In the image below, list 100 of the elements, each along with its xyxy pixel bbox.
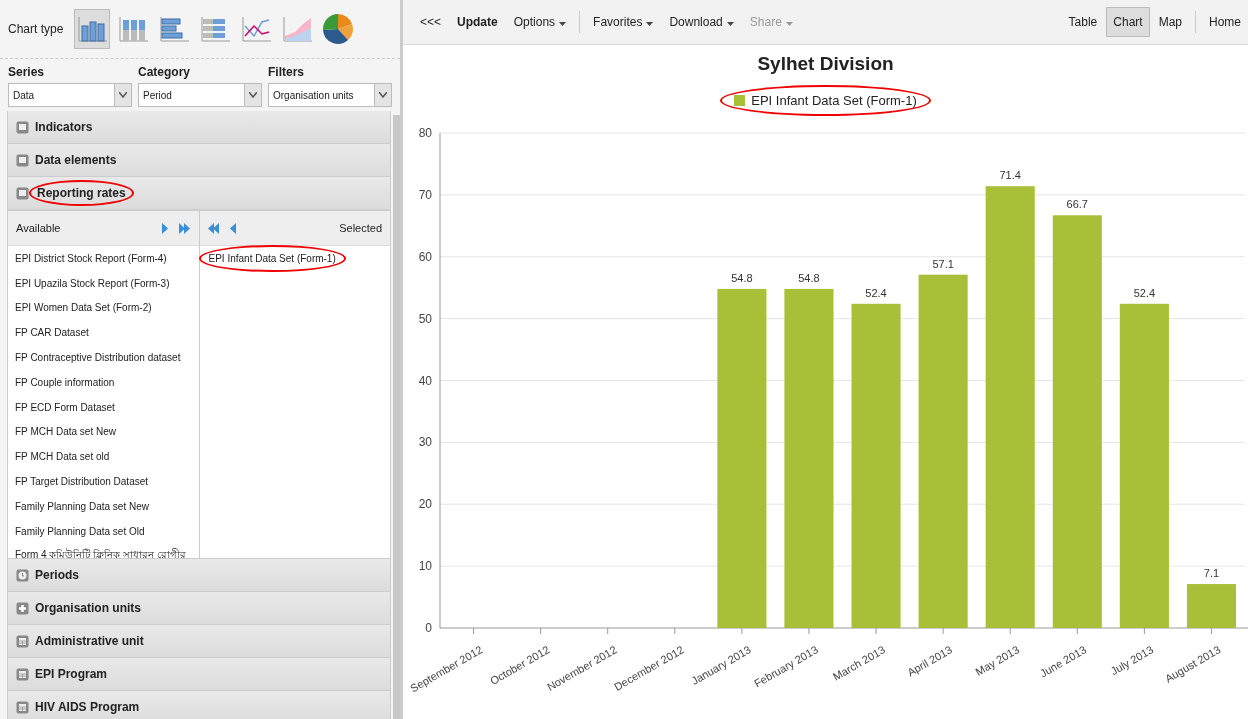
data-label: 71.4 [999, 169, 1021, 182]
x-tick-label: June 2013 [1037, 643, 1089, 680]
column-chart-icon [76, 14, 109, 44]
y-tick-label: 70 [418, 187, 432, 202]
x-tick-mark [1210, 627, 1212, 635]
chart-title: Sylhet Division [756, 53, 895, 75]
caret-icon [559, 22, 567, 26]
accordion-header[interactable]: Administrative unit [7, 625, 391, 658]
list-item[interactable]: EPI Women Data Set (Form-2) [8, 295, 199, 321]
view-tab[interactable]: Map [1151, 7, 1189, 37]
y-tick-label: 80 [418, 128, 432, 140]
x-tick-mark [1009, 627, 1011, 635]
list-item[interactable]: Family Planning Data set Old [8, 518, 199, 544]
line-chart-icon [240, 14, 273, 44]
bar-chart-icon [158, 14, 191, 44]
list-item[interactable]: FP CAR Dataset [8, 320, 199, 346]
dropdown[interactable]: Period [138, 83, 262, 107]
stacked-column-chart-icon [117, 14, 150, 44]
x-tick-label: July 2013 [1108, 643, 1156, 678]
caret-icon [726, 22, 734, 26]
pie-chart-icon [321, 12, 356, 46]
y-tick-label: 0 [425, 621, 432, 635]
toolbar-button[interactable]: <<< [413, 7, 449, 37]
caret-icon [646, 22, 654, 26]
dropdown[interactable]: Data [8, 83, 132, 107]
list-item[interactable]: FP MCH Data set old [8, 444, 199, 470]
y-tick-label: 50 [418, 311, 432, 326]
view-tab[interactable]: Chart [1106, 7, 1150, 37]
data-label: 57.1 [932, 257, 954, 270]
list-icon [16, 120, 29, 134]
table-icon [16, 700, 29, 714]
accordion-header[interactable]: Data elements [7, 144, 391, 177]
pane-title: Available [16, 222, 62, 234]
area-chart-icon [281, 14, 314, 44]
list-item[interactable]: EPI District Stock Report (Form-4) [8, 246, 199, 271]
toolbar-button[interactable]: Update [450, 7, 505, 37]
x-tick-mark [674, 627, 676, 635]
data-label: 54.8 [731, 271, 753, 284]
caret-icon [785, 22, 793, 26]
y-tick-label: 40 [418, 373, 432, 388]
chart-type-button[interactable] [74, 9, 111, 49]
accordion-header[interactable]: Organisation units [7, 592, 391, 625]
caret-icon [119, 92, 127, 98]
move-left-icon[interactable] [229, 222, 237, 234]
list-item[interactable]: FP MCH Data set New [8, 419, 199, 445]
list-icon [16, 153, 29, 167]
layout-label: Category [138, 65, 191, 79]
move-all-left-icon[interactable] [207, 222, 220, 234]
list-item[interactable]: FP Couple information [8, 370, 199, 395]
list-item[interactable]: FP ECD Form Dataset [8, 394, 199, 420]
view-tab[interactable]: Table [1061, 7, 1105, 37]
toolbar-button[interactable]: Options [506, 7, 574, 37]
y-tick-label: 30 [418, 435, 432, 450]
accordion-header[interactable]: HIV AIDS Program [7, 691, 391, 719]
x-tick-label: April 2013 [905, 643, 955, 679]
table-icon [16, 634, 29, 648]
view-tab[interactable]: Home [1202, 7, 1248, 37]
layout-label: Series [8, 65, 46, 79]
list-icon [16, 186, 29, 200]
y-tick-label: 20 [418, 497, 432, 512]
clock-icon [16, 568, 29, 582]
data-label: 54.8 [798, 271, 820, 284]
chart-type-label: Chart type [8, 22, 64, 36]
toolbar-button[interactable]: Favorites [586, 7, 661, 37]
list-item[interactable]: Family Planning Data set New [8, 493, 199, 519]
x-tick-mark [540, 627, 542, 635]
stacked-bar-chart-icon [199, 14, 232, 44]
pane-title: Selected [339, 222, 382, 234]
y-tick-label: 10 [418, 559, 432, 574]
x-tick-mark [942, 627, 944, 635]
layout-label: Filters [268, 65, 305, 79]
caret-icon [379, 92, 387, 98]
accordion-header[interactable]: Reporting rates [7, 177, 391, 210]
y-tick-label: 60 [418, 249, 432, 264]
dropdown[interactable]: Organisation units [268, 83, 392, 107]
caret-icon [249, 92, 257, 98]
x-tick-label: May 2013 [973, 643, 1022, 678]
scrollbar[interactable] [393, 115, 400, 719]
table-icon [16, 667, 29, 681]
data-label: 66.7 [1066, 198, 1088, 211]
accordion-header[interactable]: Periods [7, 559, 391, 592]
x-tick-mark [1143, 627, 1145, 635]
data-label: 52.4 [1133, 286, 1156, 299]
list-item[interactable]: Form 4 কমিউনিটি ক্লিনিক সাধারন রোগীর [8, 543, 199, 558]
list-item[interactable]: FP Target Distribution Dataset [8, 469, 199, 494]
x-tick-mark [607, 627, 609, 635]
plus-icon [16, 601, 29, 615]
toolbar-button[interactable]: Download [662, 7, 741, 37]
data-label: 7.1 [1203, 567, 1220, 580]
accordion-header[interactable]: Indicators [7, 111, 391, 144]
move-right-icon[interactable] [161, 222, 169, 234]
x-tick-mark [741, 627, 743, 635]
data-label: 52.4 [865, 286, 887, 299]
x-tick-mark [875, 627, 877, 635]
x-tick-mark [808, 627, 810, 635]
move-all-right-icon[interactable] [178, 222, 191, 234]
list-item[interactable]: EPI Upazila Stock Report (Form-3) [8, 270, 199, 296]
list-item[interactable]: FP Contraceptive Distribution dataset [8, 345, 199, 370]
legend-item: EPI Infant Data Set (Form-1) [720, 85, 931, 116]
accordion-header[interactable]: EPI Program [7, 658, 391, 691]
